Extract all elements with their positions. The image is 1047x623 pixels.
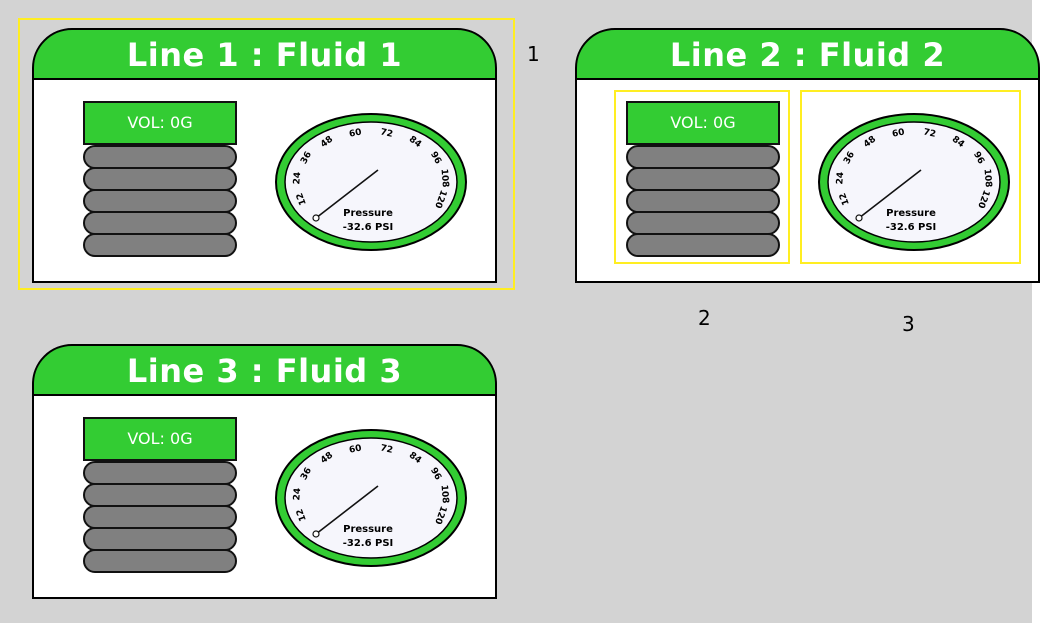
- dashboard-canvas: Line 1 : Fluid 1 VOL: 0G 12 24 36 48 60 72 84 9…: [0, 0, 1040, 623]
- gauge-tick-label: 108: [439, 484, 450, 504]
- gauge-value: -32.6 PSI: [343, 538, 394, 549]
- tank-widget[interactable]: VOL: 0G: [83, 417, 237, 573]
- tank-coil: [83, 549, 237, 573]
- line-card-2[interactable]: Line 2 : Fluid 2 VOL: 0G 12 24 36 48 60 72 84 9…: [575, 28, 1040, 283]
- pressure-gauge[interactable]: 1224364860 728496108120Pressure-32.6 PSI: [274, 428, 468, 568]
- line-card-3[interactable]: Line 3 : Fluid 3 VOL: 0G 12 24 36 48 60 72 84 9…: [32, 344, 497, 599]
- tank-coil: [83, 505, 237, 529]
- gauge-pivot: [312, 530, 320, 538]
- selection-box-tank: [614, 90, 790, 264]
- annotation-number: 2: [698, 306, 711, 330]
- gauge-tick-label: 24: [292, 488, 303, 501]
- gauge-label: Pressure: [343, 524, 393, 535]
- tank-coil: [83, 461, 237, 485]
- volume-label: VOL: 0G: [83, 417, 237, 461]
- annotation-number: 3: [902, 312, 915, 336]
- tank-coil: [83, 527, 237, 551]
- card-title: Line 3 : Fluid 3: [32, 344, 497, 396]
- selection-box-card: [18, 18, 515, 290]
- selection-box-gauge: [800, 90, 1021, 264]
- tank-coil: [83, 483, 237, 507]
- card-title: Line 2 : Fluid 2: [575, 28, 1040, 80]
- annotation-number: 1: [527, 42, 540, 66]
